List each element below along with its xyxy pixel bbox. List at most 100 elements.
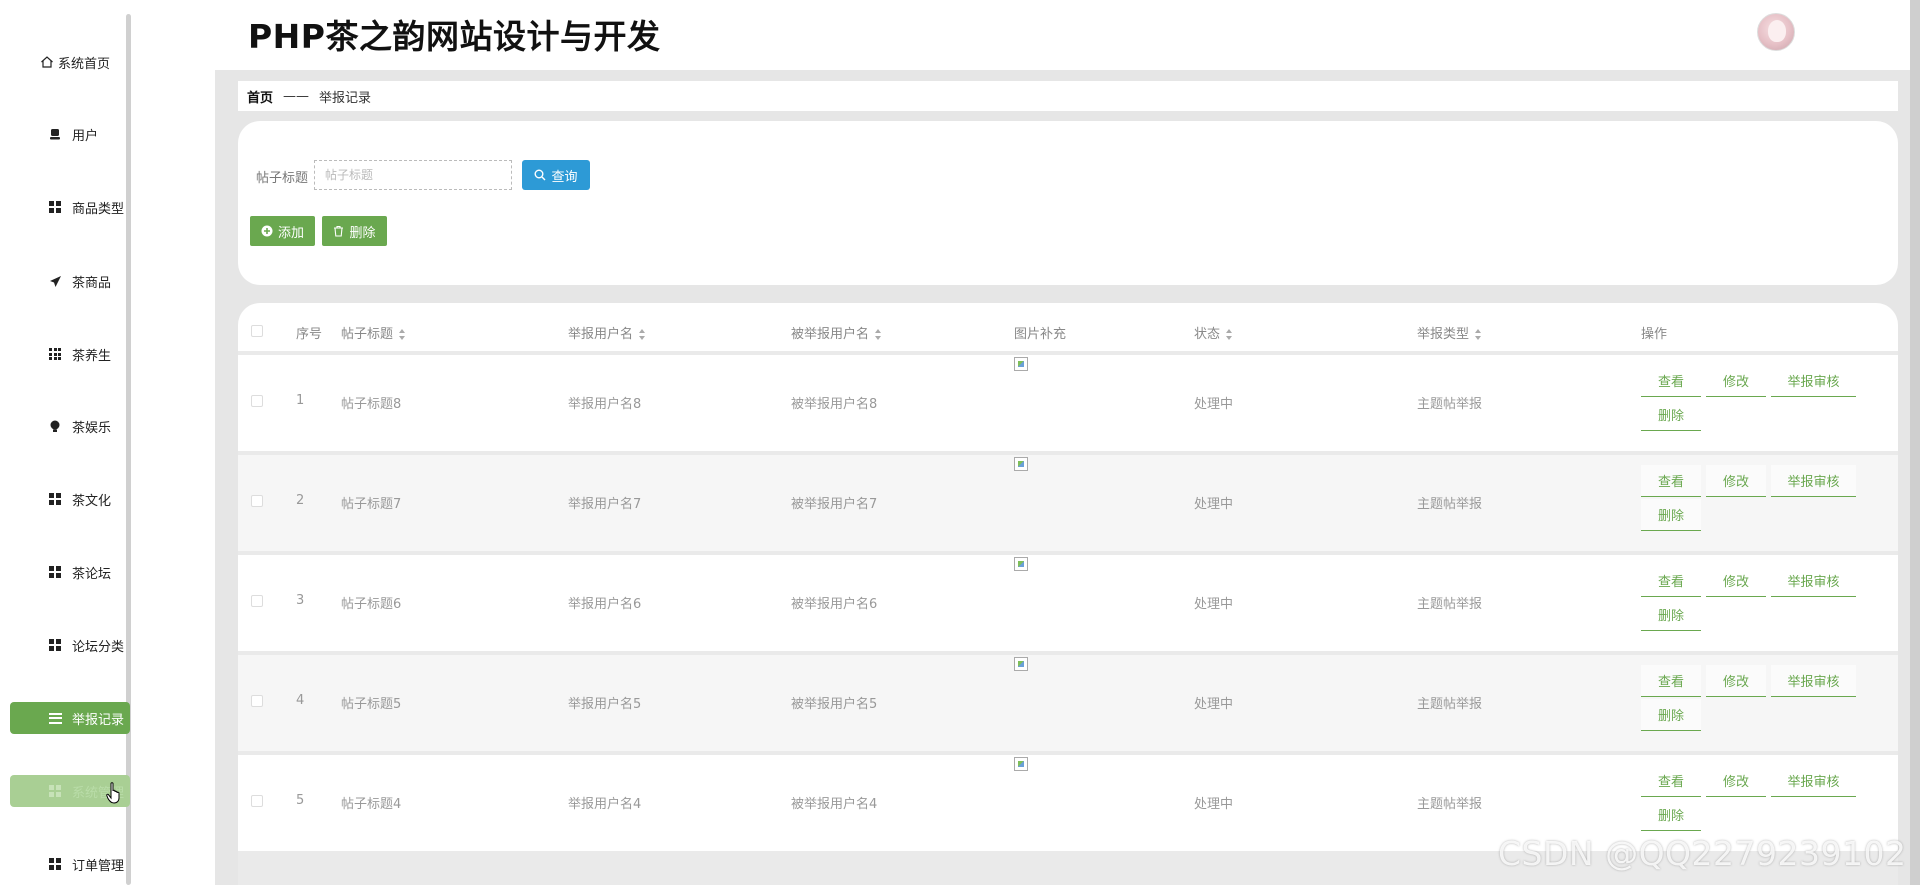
- batch-delete-button-label: 删除: [349, 225, 376, 241]
- column-header-status[interactable]: 状态: [1194, 323, 1233, 342]
- table-row: 3 帖子标题6 举报用户名6 被举报用户名6 处理中 主题帖举报 查看 修改 举报审核 删除: [238, 555, 1898, 651]
- sidebar-item-forum-category[interactable]: 论坛分类: [10, 629, 130, 661]
- search-panel: 帖子标题 查询 添加 删除: [238, 121, 1898, 285]
- row-reporter: 举报用户名7: [568, 497, 642, 512]
- review-button[interactable]: 举报审核: [1771, 765, 1856, 797]
- view-button[interactable]: 查看: [1641, 665, 1701, 697]
- sidebar-item-label: 茶论坛: [72, 566, 112, 582]
- row-index: 1: [296, 393, 305, 408]
- broken-image-icon: [1014, 757, 1028, 771]
- search-button[interactable]: 查询: [522, 160, 590, 190]
- delete-button[interactable]: 删除: [1641, 699, 1701, 731]
- row-reporter: 举报用户名6: [568, 597, 642, 612]
- sidebar-item-tea-entertainment[interactable]: 茶娱乐: [10, 410, 130, 442]
- grid-icon: [48, 200, 62, 214]
- search-input[interactable]: [314, 160, 512, 190]
- sort-icon: [1475, 329, 1482, 340]
- view-button[interactable]: 查看: [1641, 765, 1701, 797]
- delete-button[interactable]: 删除: [1641, 799, 1701, 831]
- sidebar: 系统首页 用户 商品类型 茶商品 茶养生 茶娱乐 茶文化 茶论坛 论坛分类 举报…: [0, 0, 215, 885]
- row-reported: 被举报用户名6: [791, 597, 878, 612]
- row-title: 帖子标题8: [341, 397, 402, 412]
- row-checkbox[interactable]: [251, 495, 263, 507]
- column-header-title[interactable]: 帖子标题: [341, 323, 406, 342]
- sidebar-item-report-records[interactable]: 举报记录: [10, 702, 130, 734]
- review-button[interactable]: 举报审核: [1771, 365, 1856, 397]
- row-status: 处理中: [1194, 597, 1234, 612]
- table-row: 2 帖子标题7 举报用户名7 被举报用户名7 处理中 主题帖举报 查看 修改 举报审核 删除: [238, 455, 1898, 551]
- row-title: 帖子标题5: [341, 697, 402, 712]
- grid-icon: [48, 638, 62, 652]
- row-checkbox[interactable]: [251, 595, 263, 607]
- grid-icon: [48, 784, 62, 798]
- column-header-type[interactable]: 举报类型: [1417, 323, 1482, 342]
- column-header-reporter[interactable]: 举报用户名: [568, 323, 646, 342]
- review-button[interactable]: 举报审核: [1771, 665, 1856, 697]
- sidebar-item-tea-product[interactable]: 茶商品: [10, 265, 130, 297]
- sidebar-item-home[interactable]: 系统首页: [10, 46, 130, 78]
- table-header: 序号 帖子标题 举报用户名 被举报用户名 图片补充 状态 举报类型 操作: [238, 303, 1898, 351]
- row-reported: 被举报用户名8: [791, 397, 878, 412]
- sidebar-item-label: 系统首页: [58, 56, 111, 72]
- edit-button[interactable]: 修改: [1706, 365, 1766, 397]
- edit-button[interactable]: 修改: [1706, 765, 1766, 797]
- row-reported: 被举报用户名4: [791, 797, 878, 812]
- row-index: 3: [296, 593, 305, 608]
- column-header-actions: 操作: [1641, 327, 1668, 342]
- user-avatar[interactable]: [1757, 13, 1795, 51]
- row-type: 主题帖举报: [1417, 697, 1483, 712]
- sidebar-item-label: 订单管理: [72, 858, 125, 874]
- delete-button[interactable]: 删除: [1641, 499, 1701, 531]
- breadcrumb-current: 举报记录: [319, 90, 372, 106]
- sidebar-item-tea-forum[interactable]: 茶论坛: [10, 556, 130, 588]
- delete-button[interactable]: 删除: [1641, 599, 1701, 631]
- row-type: 主题帖举报: [1417, 797, 1483, 812]
- row-status: 处理中: [1194, 697, 1234, 712]
- bulb-icon: [48, 419, 62, 433]
- row-status: 处理中: [1194, 497, 1234, 512]
- row-status: 处理中: [1194, 397, 1234, 412]
- select-all-checkbox[interactable]: [251, 325, 263, 337]
- row-checkbox[interactable]: [251, 795, 263, 807]
- sidebar-item-tea-culture[interactable]: 茶文化: [10, 483, 130, 515]
- sidebar-item-label: 茶娱乐: [72, 420, 112, 436]
- breadcrumb-home[interactable]: 首页: [247, 87, 273, 106]
- sidebar-item-order-management[interactable]: 订单管理: [10, 848, 130, 880]
- sort-icon: [639, 329, 646, 340]
- sidebar-item-label: 用户: [72, 128, 99, 144]
- page-scrollbar[interactable]: [1910, 0, 1920, 885]
- view-button[interactable]: 查看: [1641, 465, 1701, 497]
- row-index: 2: [296, 493, 305, 508]
- watermark: CSDN @QQ2279239102: [1498, 834, 1907, 873]
- review-button[interactable]: 举报审核: [1771, 565, 1856, 597]
- column-header-reported[interactable]: 被举报用户名: [791, 323, 882, 342]
- delete-button[interactable]: 删除: [1641, 399, 1701, 431]
- row-type: 主题帖举报: [1417, 397, 1483, 412]
- grid9-icon: [48, 347, 62, 361]
- row-reporter: 举报用户名8: [568, 397, 642, 412]
- row-index: 4: [296, 693, 305, 708]
- view-button[interactable]: 查看: [1641, 565, 1701, 597]
- review-button[interactable]: 举报审核: [1771, 465, 1856, 497]
- sidebar-item-label: 茶养生: [72, 348, 112, 364]
- sidebar-item-label: 举报记录: [72, 712, 125, 728]
- breadcrumb: 首页 —— 举报记录: [238, 81, 1898, 111]
- edit-button[interactable]: 修改: [1706, 665, 1766, 697]
- trash-icon: [334, 225, 344, 237]
- sidebar-item-product-type[interactable]: 商品类型: [10, 191, 130, 223]
- row-checkbox[interactable]: [251, 395, 263, 407]
- edit-button[interactable]: 修改: [1706, 465, 1766, 497]
- row-checkbox[interactable]: [251, 695, 263, 707]
- broken-image-icon: [1014, 357, 1028, 371]
- view-button[interactable]: 查看: [1641, 365, 1701, 397]
- sidebar-item-tea-health[interactable]: 茶养生: [10, 338, 130, 370]
- edit-button[interactable]: 修改: [1706, 565, 1766, 597]
- batch-delete-button[interactable]: 删除: [322, 216, 387, 246]
- sort-icon: [875, 329, 882, 340]
- add-button[interactable]: 添加: [250, 216, 315, 246]
- table-row: 1 帖子标题8 举报用户名8 被举报用户名8 处理中 主题帖举报 查看 修改 举报审核删除: [238, 355, 1898, 451]
- row-title: 帖子标题6: [341, 597, 402, 612]
- sidebar-item-user[interactable]: 用户: [10, 118, 130, 150]
- row-reported: 被举报用户名5: [791, 697, 878, 712]
- plus-circle-icon: [261, 225, 273, 237]
